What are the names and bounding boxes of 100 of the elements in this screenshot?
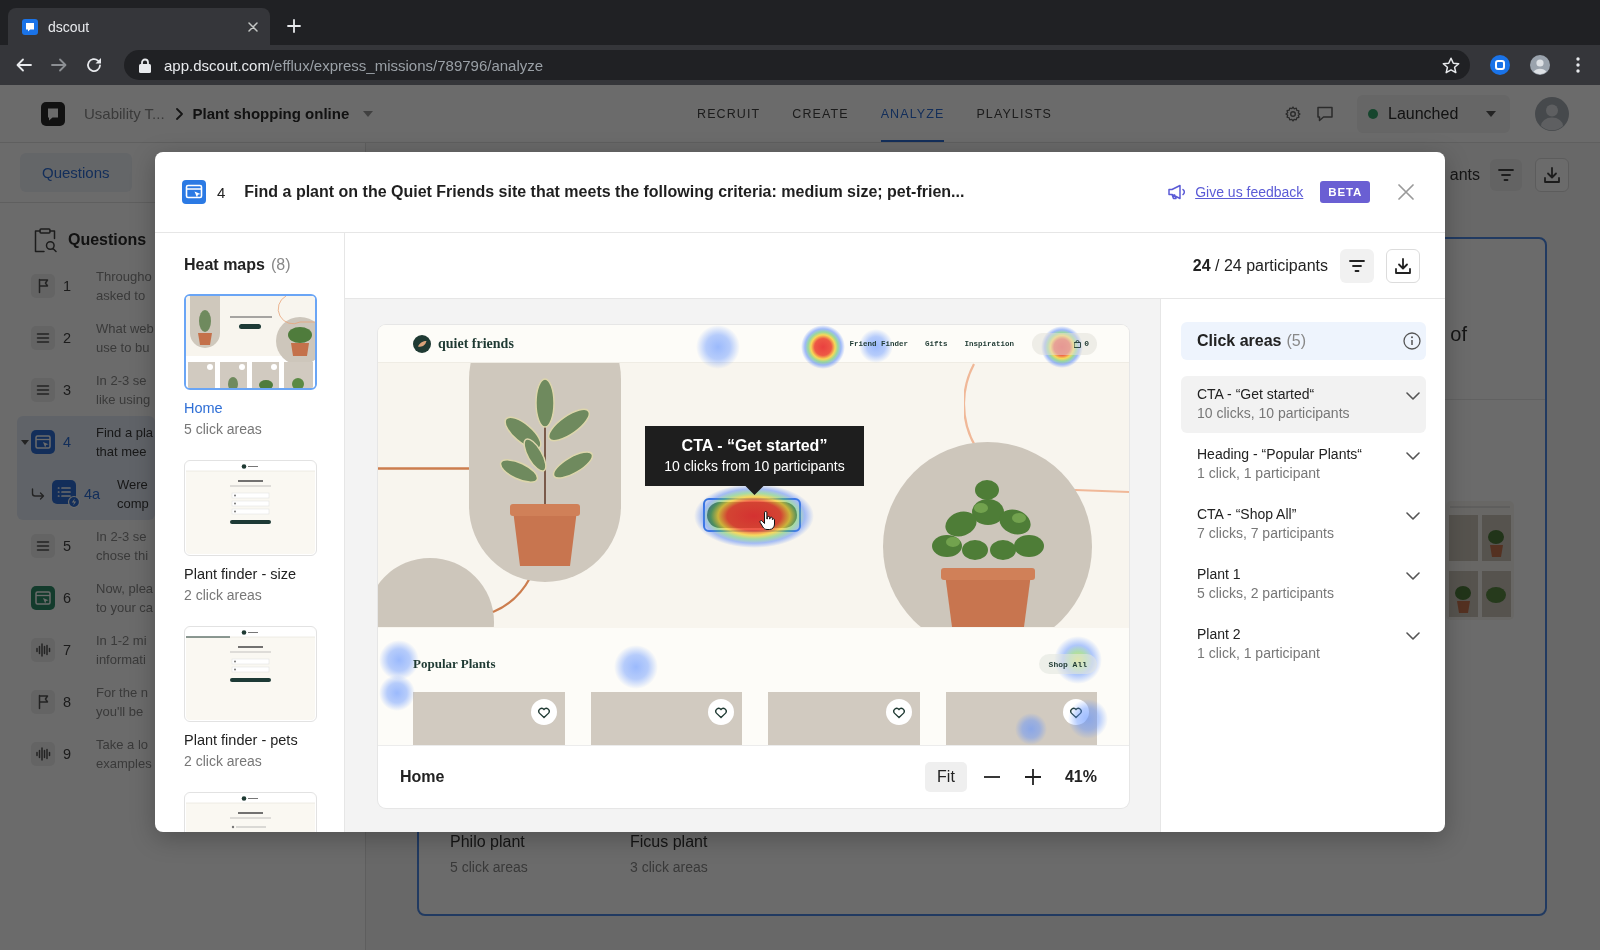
forward-arrow-icon — [51, 58, 67, 72]
click-area-stats: 1 click, 1 participant — [1197, 644, 1320, 663]
chevron-down-icon[interactable] — [1406, 572, 1420, 580]
download-icon — [1544, 167, 1560, 183]
click-area-title: Plant 1 — [1197, 565, 1241, 584]
question-number: 6 — [63, 590, 73, 606]
heat-spot — [1068, 699, 1108, 739]
cart-count: 0 — [1084, 339, 1089, 348]
nav-tab[interactable]: PLAYLISTS — [976, 85, 1053, 142]
question-number: 5 — [63, 538, 73, 554]
click-area-item[interactable]: Plant 1 5 clicks, 2 participants — [1181, 556, 1426, 613]
panel-title: Click areas — [1197, 332, 1282, 350]
extension-icon[interactable] — [1490, 55, 1510, 75]
question-number: 4a — [84, 486, 102, 502]
click-area-stats: 10 clicks, 10 participants — [1197, 404, 1350, 423]
click-area-title: CTA - “Get started“ — [1197, 385, 1315, 404]
megaphone-icon — [1168, 184, 1187, 200]
clipboard-search-icon — [33, 227, 57, 253]
flag-icon — [31, 690, 55, 714]
page-thumbnail[interactable] — [184, 294, 317, 390]
bag-icon — [1074, 339, 1082, 348]
question-text: Were comp — [117, 476, 149, 513]
heat-map-name[interactable]: Home — [184, 398, 223, 418]
participant-count: 24 / 24 participants — [1192, 256, 1328, 275]
question-item[interactable]: 4a Were comp — [17, 468, 155, 520]
question-title: Find a plant on the Quiet Friends site that meets the following criteria: medium size; pet-frien... — [244, 183, 965, 201]
return-arrow-icon — [31, 488, 45, 500]
nav-tab[interactable]: CREATE — [792, 85, 849, 142]
settings-icon[interactable] — [1285, 105, 1301, 122]
sidebar-tab[interactable]: Questions — [20, 153, 132, 192]
text-lines-icon — [31, 534, 55, 558]
heat-spot — [614, 645, 658, 689]
filter-icon — [1498, 169, 1514, 181]
lock-icon — [139, 57, 151, 73]
download-button[interactable] — [1386, 248, 1420, 283]
chevron-right-icon — [175, 107, 183, 120]
logo-icon[interactable] — [41, 101, 65, 126]
page-thumbnail[interactable] — [1446, 501, 1514, 620]
browser-window-icon — [31, 430, 55, 454]
filter-button[interactable] — [1340, 248, 1374, 283]
star-icon[interactable] — [1442, 56, 1460, 74]
click-area-count: 2 click areas — [184, 752, 262, 771]
waveform-icon — [31, 742, 55, 766]
favicon-icon — [22, 18, 38, 35]
text-lines-icon — [31, 378, 55, 402]
plus-icon[interactable] — [1024, 769, 1041, 785]
click-area-item[interactable]: CTA - “Shop All” 7 clicks, 7 participants — [1181, 496, 1426, 553]
heat-spot — [379, 675, 415, 711]
question-number: 9 — [63, 746, 73, 762]
question-number: 4 — [63, 434, 73, 450]
heat-spot — [1015, 713, 1047, 745]
download-icon — [1395, 257, 1411, 274]
click-area-item[interactable]: CTA - “Get started“ 10 clicks, 10 participants — [1181, 376, 1426, 433]
fit-button[interactable]: Fit — [924, 762, 967, 792]
info-icon[interactable] — [1403, 332, 1421, 350]
heat-map-name[interactable]: Philo plant — [450, 831, 525, 853]
more-icon[interactable] — [1576, 57, 1580, 73]
click-area-count: 2 click areas — [184, 586, 262, 605]
click-area-item[interactable]: Plant 2 1 click, 1 participant — [1181, 616, 1426, 673]
beta-tag: BETA — [1320, 181, 1370, 203]
question-number: 3 — [63, 382, 73, 398]
hand-cursor-icon — [759, 511, 775, 530]
close-icon[interactable] — [248, 21, 258, 32]
reload-icon[interactable] — [86, 57, 102, 73]
click-area-title: Heading - “Popular Plants“ — [1197, 445, 1362, 464]
question-item[interactable]: 4 Find a pla that mee — [17, 416, 155, 468]
nav-tab[interactable]: RECRUIT — [697, 85, 761, 142]
chevron-down-icon[interactable] — [1406, 632, 1420, 640]
question-text: Find a pla that mee — [96, 424, 154, 461]
address-bar[interactable]: app.dscout.com/efflux/express_missions/789796/analyze — [124, 50, 1470, 80]
click-area-count: 5 click areas — [184, 420, 262, 439]
back-arrow-icon[interactable] — [16, 58, 32, 72]
tooltip-title: CTA - “Get started” — [681, 436, 828, 456]
click-area-item[interactable]: Heading - “Popular Plants“ 1 click, 1 participant — [1181, 436, 1426, 493]
section-heading: Questions — [68, 231, 147, 249]
chevron-down-icon[interactable] — [1406, 452, 1420, 460]
question-number: 8 — [63, 694, 73, 710]
chat-bubble-icon[interactable] — [1317, 105, 1333, 122]
caret-icon[interactable] — [21, 439, 29, 445]
minus-icon[interactable] — [983, 776, 1000, 778]
filter-icon — [1349, 259, 1365, 272]
browser-tab[interactable]: dscout — [8, 8, 270, 45]
feedback-link[interactable]: Give us feedback — [1195, 184, 1304, 200]
chevron-down-icon[interactable] — [1406, 512, 1420, 520]
heat-map-name[interactable]: Ficus plant — [630, 831, 708, 853]
project-title: Plant shopping online — [192, 105, 350, 122]
chevron-down-icon[interactable] — [1406, 392, 1420, 400]
browser-window-icon — [182, 180, 206, 204]
page-name: Home — [400, 768, 445, 786]
nav-tab[interactable]: ANALYZE — [880, 85, 945, 142]
avatar-icon[interactable] — [1530, 55, 1550, 75]
heat-map-name[interactable]: Plant finder - pets — [184, 730, 298, 750]
heat-map-name[interactable]: Plant finder - size — [184, 564, 297, 584]
shop-all-button[interactable]: Shop All — [1038, 654, 1097, 674]
status-dot-icon — [1368, 108, 1378, 119]
panel-title: Heat maps — [184, 255, 265, 275]
brand-name: quiet friends — [438, 335, 514, 352]
flag-icon — [31, 274, 55, 298]
status-dropdown[interactable]: Launched — [1357, 94, 1510, 133]
heat-spot — [801, 325, 845, 369]
